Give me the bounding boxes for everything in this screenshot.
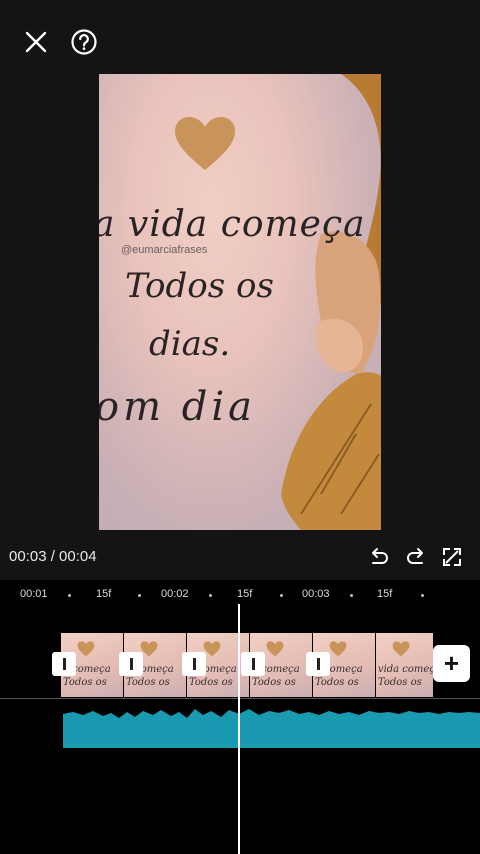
timecode: 00:03 / 00:04 <box>9 548 97 565</box>
ruler-dot <box>68 594 71 597</box>
close-icon <box>25 31 47 53</box>
help-button[interactable] <box>69 27 99 57</box>
video-clip[interactable]: vida começaTodos os <box>375 633 434 697</box>
ruler-label: 15f <box>377 588 393 600</box>
top-bar <box>0 0 480 80</box>
time-ruler[interactable]: 00:01 15f 00:02 15f 00:03 15f <box>0 580 480 608</box>
playhead[interactable] <box>238 604 240 854</box>
heart-icon <box>175 117 235 170</box>
ruler-dot <box>421 594 424 597</box>
undo-icon <box>372 548 388 564</box>
ruler-label: 15f <box>237 588 253 600</box>
add-clip-button[interactable]: + <box>433 645 470 682</box>
fullscreen-icon <box>443 548 461 566</box>
quote-line-2: Todos os <box>125 266 274 306</box>
track-divider <box>0 698 480 699</box>
transition-icon <box>251 658 255 670</box>
autumn-leaf-image <box>281 74 381 530</box>
help-icon <box>71 29 97 55</box>
quote-line-1: a vida começa <box>99 204 366 245</box>
ruler-dot <box>138 594 141 597</box>
watermark-credit: @eumarciafrases <box>121 244 208 256</box>
ruler-dot <box>209 594 212 597</box>
clip-heart-icon <box>392 641 410 657</box>
close-button[interactable] <box>20 26 52 58</box>
redo-icon <box>407 548 423 564</box>
clip-thumbnail-text: vida começaTodos os <box>377 664 433 688</box>
undo-button[interactable] <box>367 545 391 569</box>
ruler-label: 00:03 <box>302 588 330 600</box>
ruler-label: 00:02 <box>161 588 189 600</box>
transition-icon <box>129 658 133 670</box>
playback-controls: 00:03 / 00:04 <box>0 540 480 574</box>
clip-heart-icon <box>266 641 284 657</box>
audio-waveform[interactable] <box>63 706 480 748</box>
transition-icon <box>62 658 66 670</box>
ruler-label: 00:01 <box>20 588 48 600</box>
transition-icon <box>316 658 320 670</box>
video-preview[interactable]: a vida começa @eumarciafrases Todos os d… <box>99 74 381 530</box>
quote-line-4: om dia <box>99 384 256 430</box>
transition-button[interactable] <box>182 652 206 676</box>
ruler-label: 15f <box>96 588 112 600</box>
clip-heart-icon <box>329 641 347 657</box>
transition-button[interactable] <box>119 652 143 676</box>
timeline[interactable]: 00:01 15f 00:02 15f 00:03 15f a começa To… <box>0 580 480 854</box>
transition-button[interactable] <box>306 652 330 676</box>
ruler-dot <box>280 594 283 597</box>
transition-button[interactable] <box>52 652 76 676</box>
fullscreen-button[interactable] <box>440 545 464 569</box>
redo-button[interactable] <box>404 545 428 569</box>
clip-heart-icon <box>77 641 95 657</box>
quote-line-3: dias. <box>149 324 231 364</box>
ruler-dot <box>350 594 353 597</box>
transition-icon <box>192 658 196 670</box>
transition-button[interactable] <box>241 652 265 676</box>
